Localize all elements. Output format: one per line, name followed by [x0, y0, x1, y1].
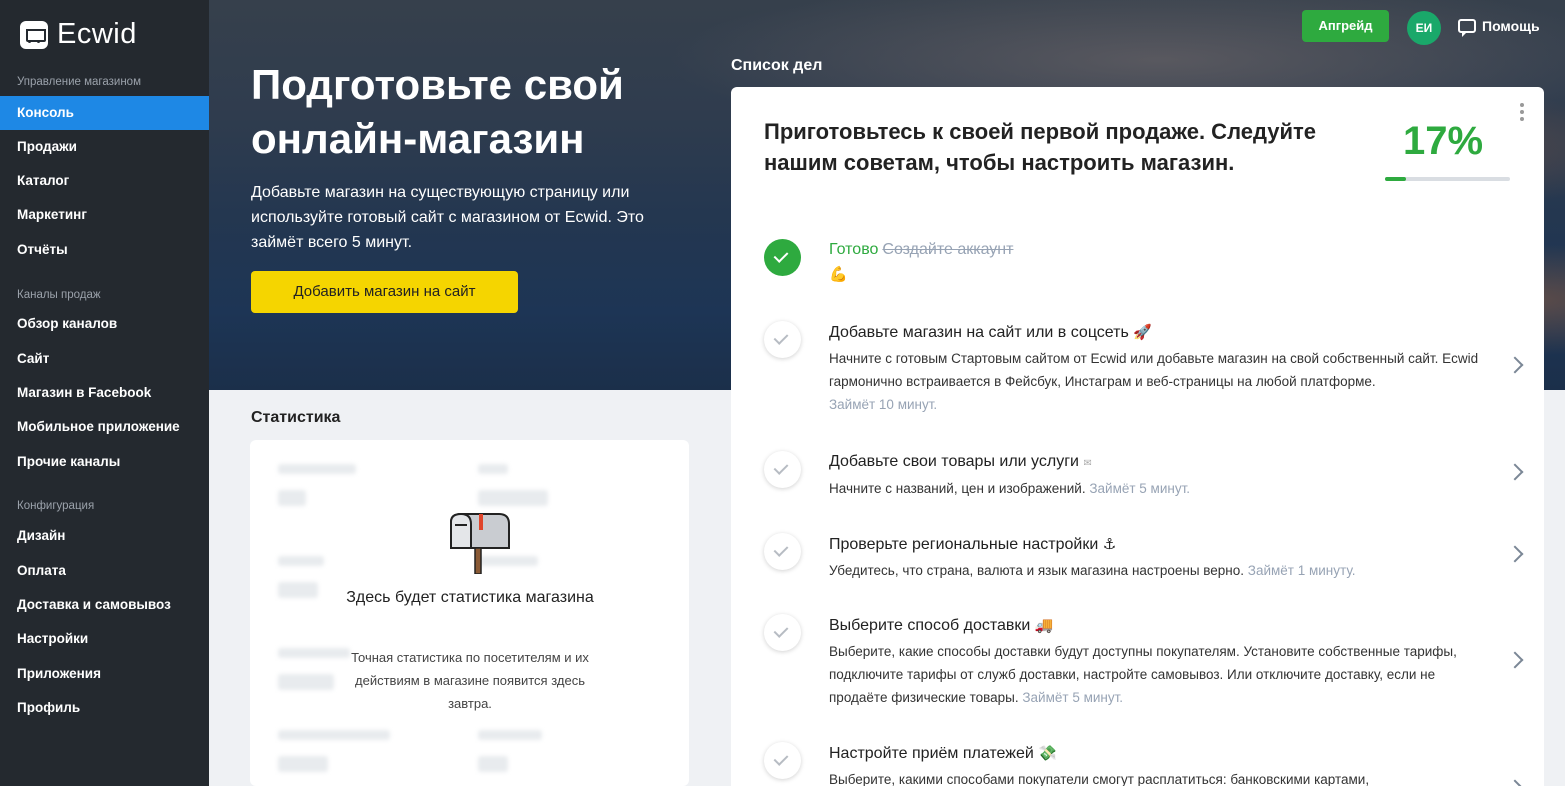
task-desc: Выберите, какие способы доставки будут д…	[829, 644, 1457, 705]
progress-bar	[1385, 177, 1510, 181]
nav-section-configuration: Конфигурация	[17, 500, 95, 512]
placeholder-bar	[278, 582, 318, 598]
envelope-icon: ✉	[1083, 458, 1092, 469]
task-add-products[interactable]: Добавьте свои товары или услуги ✉ Начнит…	[731, 449, 1544, 511]
task-regional-settings[interactable]: Проверьте региональные настройки ⚓ Убеди…	[731, 531, 1544, 593]
mailbox-icon	[450, 512, 510, 574]
ecwid-logo[interactable]: Ecwid	[20, 18, 137, 51]
sidebar-item-reports[interactable]: Отчёты	[0, 233, 209, 267]
sidebar-item-catalog[interactable]: Каталог	[0, 164, 209, 198]
add-store-to-site-button[interactable]: Добавить магазин на сайт	[251, 271, 518, 313]
sidebar-item-settings[interactable]: Настройки	[0, 622, 209, 656]
task-add-store[interactable]: Добавьте магазин на сайт или в соцсеть 🚀…	[731, 319, 1544, 429]
check-icon	[764, 533, 801, 570]
stats-heading: Статистика	[251, 409, 341, 426]
nav-section-store-management: Управление магазином	[17, 76, 141, 88]
sidebar: Ecwid Управление магазином Консоль Прода…	[0, 0, 209, 786]
placeholder-bar	[478, 756, 508, 772]
rocket-icon: 🚀	[1133, 323, 1152, 341]
sidebar-item-marketing[interactable]: Маркетинг	[0, 198, 209, 232]
placeholder-bar	[278, 556, 324, 566]
nav-section-sales-channels: Каналы продаж	[17, 289, 101, 301]
placeholder-bar	[278, 756, 328, 772]
flexed-biceps-icon: 💪	[829, 265, 848, 283]
chevron-right-icon	[1506, 779, 1524, 786]
task-desc: Выберите, какими способами покупатели см…	[829, 772, 1370, 786]
hero-subtitle: Добавьте магазин на существующую страниц…	[251, 184, 644, 251]
task-time: Займёт 5 минут.	[1022, 690, 1124, 705]
stats-empty-text: Точная статистика по посетителям и их де…	[351, 650, 589, 711]
placeholder-bar	[278, 674, 334, 690]
placeholder-bar	[278, 464, 356, 474]
progress-bar-fill	[1385, 177, 1407, 181]
task-desc: Начните с названий, цен и изображений. З…	[829, 481, 1191, 496]
todo-heading: Список дел	[731, 57, 823, 74]
sidebar-item-payment[interactable]: Оплата	[0, 554, 209, 588]
task-title-text: Создайте аккаунт	[882, 241, 1014, 258]
sidebar-item-design[interactable]: Дизайн	[0, 519, 209, 553]
chevron-right-icon	[1506, 545, 1524, 563]
task-time: Займёт 1 минуту.	[1247, 563, 1356, 578]
progress-percent: 17%	[1403, 119, 1484, 163]
kebab-menu-icon[interactable]	[1517, 103, 1527, 125]
check-icon	[764, 451, 801, 488]
stats-empty-title: Здесь будет статистика магазина	[346, 589, 594, 606]
chevron-right-icon	[1506, 356, 1524, 374]
task-time: Займёт 10 минут.	[829, 397, 938, 412]
task-title: Добавьте свои товары или услуги ✉	[829, 453, 1092, 470]
hero-title: Подготовьте свой онлайн-магазин	[251, 61, 624, 162]
check-icon	[764, 614, 801, 651]
logo-text: Ecwid	[57, 18, 137, 50]
check-icon	[764, 321, 801, 358]
task-create-account[interactable]: Готово Создайте аккаунт 💪	[731, 237, 1544, 307]
check-icon	[764, 742, 801, 779]
placeholder-bar	[478, 464, 508, 474]
task-title: Настройте приём платежей 💸	[829, 744, 1057, 762]
task-time: Займёт 5 минут.	[1089, 481, 1191, 496]
sidebar-item-apps[interactable]: Приложения	[0, 657, 209, 691]
chevron-right-icon	[1506, 463, 1524, 481]
help-chat-icon	[1458, 19, 1476, 37]
help-label: Помощь	[1482, 18, 1540, 34]
check-icon	[764, 239, 801, 276]
sidebar-item-other-channels[interactable]: Прочие каналы	[0, 445, 209, 479]
placeholder-bar	[278, 730, 390, 740]
placeholder-bar	[478, 730, 542, 740]
placeholder-bar	[278, 490, 306, 506]
stats-card: Здесь будет статистика магазина Точная с…	[250, 440, 689, 786]
sidebar-item-console[interactable]: Консоль	[0, 96, 209, 130]
chevron-right-icon	[1506, 651, 1524, 669]
help-button[interactable]: Помощь	[1458, 18, 1540, 37]
todo-card: Приготовьтесь к своей первой продаже. Сл…	[731, 87, 1544, 786]
money-icon: 💸	[1038, 744, 1057, 762]
avatar[interactable]: ЕИ	[1407, 11, 1441, 45]
placeholder-bar	[478, 490, 548, 506]
cart-logo-icon	[20, 20, 48, 49]
task-title: Готово Создайте аккаунт	[829, 241, 1013, 259]
sidebar-item-shipping[interactable]: Доставка и самовывоз	[0, 588, 209, 622]
sidebar-item-mobile-app[interactable]: Мобильное приложение	[0, 410, 209, 444]
sidebar-item-profile[interactable]: Профиль	[0, 691, 209, 725]
delivery-truck-icon: 🚚	[1034, 616, 1054, 634]
task-status: Готово	[829, 241, 879, 258]
task-desc: Убедитесь, что страна, валюта и язык маг…	[829, 563, 1356, 578]
todo-title: Приготовьтесь к своей первой продаже. Сл…	[764, 119, 1316, 175]
upgrade-button[interactable]: Апгрейд	[1302, 10, 1389, 42]
sidebar-item-sales[interactable]: Продажи	[0, 130, 209, 164]
task-payments[interactable]: Настройте приём платежей 💸 Выберите, как…	[731, 740, 1544, 786]
task-title: Проверьте региональные настройки ⚓	[829, 535, 1117, 553]
sidebar-item-facebook-store[interactable]: Магазин в Facebook	[0, 376, 209, 410]
sidebar-item-site[interactable]: Сайт	[0, 342, 209, 376]
task-desc: Начните с готовым Стартовым сайтом от Ec…	[829, 351, 1479, 412]
task-title: Добавьте магазин на сайт или в соцсеть 🚀	[829, 323, 1152, 341]
task-title: Выберите способ доставки 🚚	[829, 616, 1054, 634]
task-shipping-method[interactable]: Выберите способ доставки 🚚 Выберите, как…	[731, 612, 1544, 722]
anchor-icon: ⚓	[1102, 535, 1117, 553]
sidebar-item-channels-overview[interactable]: Обзор каналов	[0, 307, 209, 341]
